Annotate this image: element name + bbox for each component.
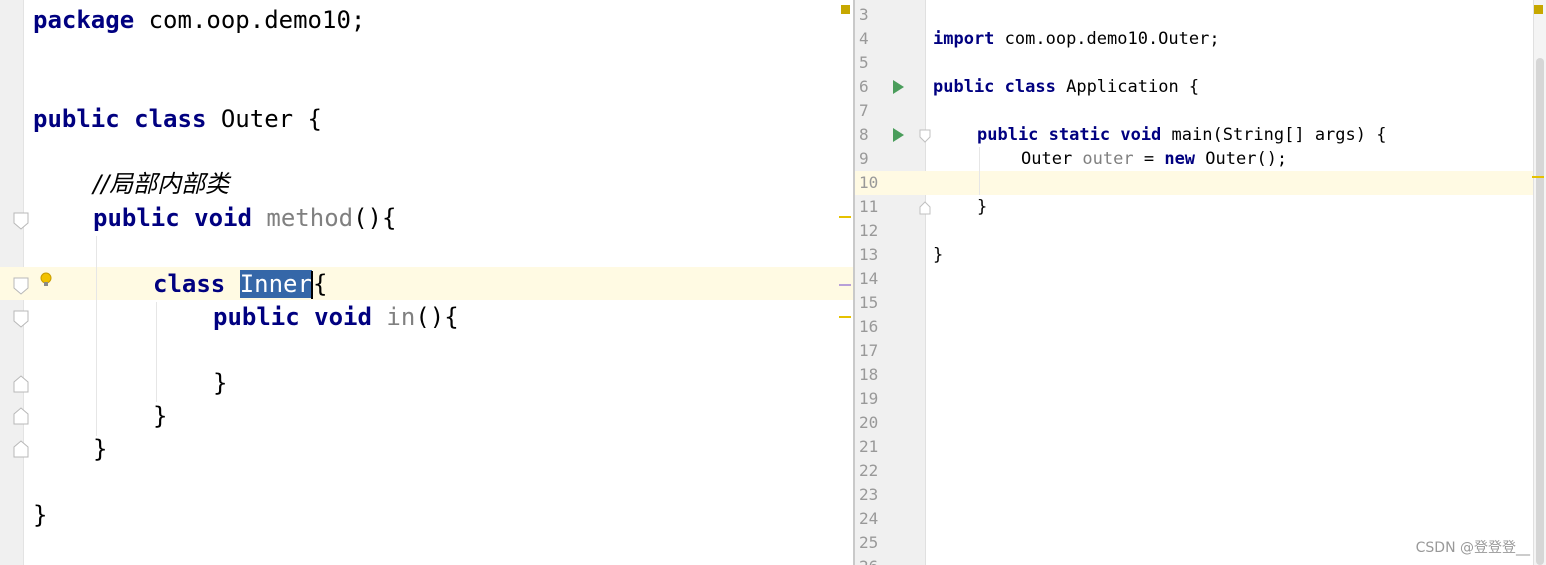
fold-end-icon[interactable] xyxy=(13,375,29,393)
code-line-class-outer[interactable]: public class Outer { xyxy=(33,103,322,136)
fold-end-icon[interactable] xyxy=(919,201,931,215)
code-line-close-brace[interactable]: } xyxy=(933,243,943,267)
keyword: import xyxy=(933,29,995,49)
keyword: static xyxy=(1048,125,1111,145)
keyword: public xyxy=(213,303,300,331)
warning-stripe[interactable] xyxy=(839,216,851,218)
keyword: package xyxy=(33,6,135,34)
line-number: 13 xyxy=(859,245,879,264)
inspection-status-icon[interactable] xyxy=(841,5,850,14)
code-line-new-outer[interactable]: Outer outer = new Outer(); xyxy=(1021,147,1287,171)
method-name: in xyxy=(386,303,416,331)
line-number: 4 xyxy=(859,29,869,48)
line-number: 26 xyxy=(859,555,889,565)
keyword: public xyxy=(977,125,1039,145)
class-name: Application { xyxy=(1055,77,1200,97)
punctuation: (){ xyxy=(415,303,459,331)
line-number: 18 xyxy=(859,365,879,384)
keyword: new xyxy=(1164,149,1196,169)
keyword: public xyxy=(33,105,120,133)
fold-end-icon[interactable] xyxy=(13,440,29,458)
line-number: 17 xyxy=(859,341,879,360)
line-number: 9 xyxy=(859,149,869,168)
line-number: 20 xyxy=(859,413,879,432)
line-number: 11 xyxy=(859,197,879,216)
line-number: 19 xyxy=(859,389,879,408)
line-number: 6 xyxy=(859,77,869,96)
code-line-close-brace[interactable]: } xyxy=(213,367,227,400)
code-line-main[interactable]: public static void main(String[] args) { xyxy=(977,123,1386,147)
keyword: void xyxy=(194,204,252,232)
highlight-stripe[interactable] xyxy=(839,284,851,286)
line-number: 21 xyxy=(859,437,879,456)
vertical-scrollbar[interactable] xyxy=(1533,0,1546,565)
fold-expanded-icon[interactable] xyxy=(919,129,931,143)
line-number: 16 xyxy=(859,317,879,336)
indent-guide xyxy=(96,236,97,436)
fold-end-icon[interactable] xyxy=(13,407,29,425)
keyword: class xyxy=(153,270,226,298)
operator: = xyxy=(1133,149,1165,169)
method-name: method xyxy=(266,204,354,232)
fold-expanded-icon[interactable] xyxy=(13,212,29,230)
code-line-in-method[interactable]: public void in(){ xyxy=(213,301,459,334)
lightbulb-icon[interactable] xyxy=(40,272,52,288)
package-name: com.oop.demo10; xyxy=(134,6,366,34)
code-comment[interactable]: //局部内部类 xyxy=(93,168,229,201)
code-line-close-brace[interactable]: } xyxy=(153,400,167,433)
current-line-highlight xyxy=(855,171,1535,195)
warning-stripe[interactable] xyxy=(839,316,851,318)
keyword: class xyxy=(134,105,207,133)
line-number: 3 xyxy=(859,5,869,24)
type-name: Outer xyxy=(1021,149,1083,169)
warning-stripe[interactable] xyxy=(1532,176,1544,178)
line-number: 7 xyxy=(859,101,869,120)
selected-text: Inner xyxy=(239,270,312,298)
current-line-highlight xyxy=(0,267,853,300)
fold-expanded-icon[interactable] xyxy=(13,277,29,295)
class-name: Outer { xyxy=(206,105,322,133)
watermark: CSDN @登登登__ xyxy=(1415,540,1530,556)
indent-guide xyxy=(156,302,157,402)
line-number: 8 xyxy=(859,125,869,144)
code-line-import[interactable]: import com.oop.demo10.Outer; xyxy=(933,27,1220,51)
keyword: class xyxy=(1004,77,1056,97)
variable-name: outer xyxy=(1082,149,1134,169)
indent-guide xyxy=(979,147,980,195)
code-line-package[interactable]: package com.oop.demo10; xyxy=(33,4,365,37)
punctuation: (){ xyxy=(353,204,397,232)
line-number: 10 xyxy=(859,173,879,192)
right-editor-pane[interactable]: 3 4 5 6 7 8 9 10 11 12 13 14 15 16 17 18… xyxy=(855,0,1546,565)
keyword: public xyxy=(933,77,995,97)
keyword: void xyxy=(1120,125,1162,145)
line-number: 5 xyxy=(859,53,869,72)
code-line-close-brace[interactable]: } xyxy=(33,499,47,532)
code-line-close-brace[interactable]: } xyxy=(93,433,107,466)
fold-expanded-icon[interactable] xyxy=(13,310,29,328)
line-number: 24 xyxy=(859,509,879,528)
line-number: 12 xyxy=(859,221,879,240)
method-signature: main(String[] args) { xyxy=(1161,125,1387,145)
line-number: 23 xyxy=(859,485,879,504)
line-number: 22 xyxy=(859,461,879,480)
code-line-method[interactable]: public void method(){ xyxy=(93,202,396,235)
punctuation: { xyxy=(312,270,328,298)
keyword: public xyxy=(93,204,180,232)
keyword: void xyxy=(314,303,372,331)
scrollbar-thumb[interactable] xyxy=(1536,58,1544,565)
code-line-close-brace[interactable]: } xyxy=(977,195,987,219)
run-icon[interactable] xyxy=(893,80,904,94)
code-line-class-application[interactable]: public class Application { xyxy=(933,75,1199,99)
left-editor-pane[interactable]: package com.oop.demo10; public class Out… xyxy=(0,0,853,565)
code-line-inner-class[interactable]: class Inner{ xyxy=(153,268,327,301)
import-path: com.oop.demo10.Outer; xyxy=(994,29,1220,49)
inspection-status-icon[interactable] xyxy=(1534,5,1543,14)
constructor-call: Outer(); xyxy=(1195,149,1288,169)
line-number: 14 xyxy=(859,269,879,288)
line-number: 15 xyxy=(859,293,879,312)
run-icon[interactable] xyxy=(893,128,904,142)
line-number: 25 xyxy=(859,533,879,552)
